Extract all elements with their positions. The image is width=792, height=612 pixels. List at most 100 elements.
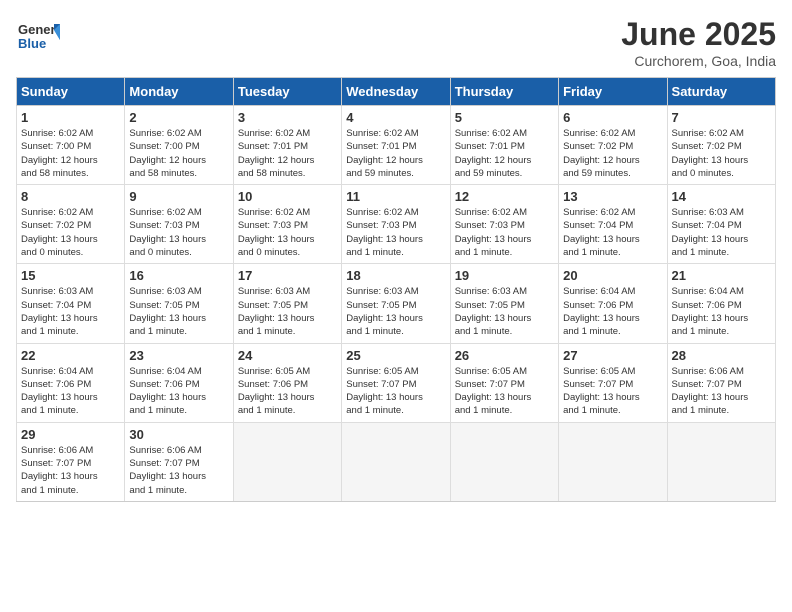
- title-area: June 2025 Curchorem, Goa, India: [621, 16, 776, 69]
- calendar-day-cell: 18 Sunrise: 6:03 AMSunset: 7:05 PMDayligh…: [342, 264, 450, 343]
- calendar-day-cell: 21 Sunrise: 6:04 AMSunset: 7:06 PMDayligh…: [667, 264, 775, 343]
- day-info: Sunrise: 6:05 AMSunset: 7:07 PMDaylight:…: [346, 365, 445, 418]
- day-of-week-header: Tuesday: [233, 78, 341, 106]
- calendar-day-cell: 27 Sunrise: 6:05 AMSunset: 7:07 PMDayligh…: [559, 343, 667, 422]
- calendar-day-cell: 9Sunrise: 6:02 AMSunset: 7:03 PMDaylight…: [125, 185, 233, 264]
- day-number: 4: [346, 110, 445, 125]
- day-info: Sunrise: 6:06 AMSunset: 7:07 PMDaylight:…: [129, 444, 228, 497]
- day-info: Sunrise: 6:02 AMSunset: 7:03 PMDaylight:…: [346, 206, 445, 259]
- day-number: 6: [563, 110, 662, 125]
- day-info: Sunrise: 6:02 AMSunset: 7:02 PMDaylight:…: [672, 127, 771, 180]
- logo-icon: General Blue: [16, 16, 60, 65]
- day-number: 15: [21, 268, 120, 283]
- day-info: Sunrise: 6:03 AMSunset: 7:04 PMDaylight:…: [21, 285, 120, 338]
- calendar-day-cell: 6 Sunrise: 6:02 AMSunset: 7:02 PMDaylight…: [559, 106, 667, 185]
- calendar-day-cell: 4 Sunrise: 6:02 AMSunset: 7:01 PMDaylight…: [342, 106, 450, 185]
- calendar-day-cell: 10Sunrise: 6:02 AMSunset: 7:03 PMDayligh…: [233, 185, 341, 264]
- day-number: 5: [455, 110, 554, 125]
- calendar-day-cell: [233, 422, 341, 501]
- day-of-week-header: Sunday: [17, 78, 125, 106]
- calendar-week-row: 1Sunrise: 6:02 AMSunset: 7:00 PMDaylight…: [17, 106, 776, 185]
- calendar-week-row: 29 Sunrise: 6:06 AMSunset: 7:07 PMDayligh…: [17, 422, 776, 501]
- day-number: 9: [129, 189, 228, 204]
- day-number: 27: [563, 348, 662, 363]
- calendar-day-cell: 8 Sunrise: 6:02 AMSunset: 7:02 PMDaylight…: [17, 185, 125, 264]
- calendar-day-cell: 7 Sunrise: 6:02 AMSunset: 7:02 PMDaylight…: [667, 106, 775, 185]
- day-number: 3: [238, 110, 337, 125]
- day-number: 8: [21, 189, 120, 204]
- logo: General Blue: [16, 16, 60, 65]
- day-info: Sunrise: 6:02 AMSunset: 7:00 PMDaylight:…: [21, 127, 120, 180]
- calendar-week-row: 22 Sunrise: 6:04 AMSunset: 7:06 PMDayligh…: [17, 343, 776, 422]
- calendar-day-cell: 30 Sunrise: 6:06 AMSunset: 7:07 PMDayligh…: [125, 422, 233, 501]
- month-title: June 2025: [621, 16, 776, 53]
- day-number: 18: [346, 268, 445, 283]
- calendar-day-cell: 23 Sunrise: 6:04 AMSunset: 7:06 PMDayligh…: [125, 343, 233, 422]
- day-info: Sunrise: 6:02 AMSunset: 7:03 PMDaylight:…: [238, 206, 337, 259]
- calendar-day-cell: 25 Sunrise: 6:05 AMSunset: 7:07 PMDayligh…: [342, 343, 450, 422]
- day-info: Sunrise: 6:05 AMSunset: 7:07 PMDaylight:…: [563, 365, 662, 418]
- calendar-day-cell: 1Sunrise: 6:02 AMSunset: 7:00 PMDaylight…: [17, 106, 125, 185]
- day-of-week-header: Monday: [125, 78, 233, 106]
- calendar-day-cell: 24 Sunrise: 6:05 AMSunset: 7:06 PMDayligh…: [233, 343, 341, 422]
- day-info: Sunrise: 6:03 AMSunset: 7:04 PMDaylight:…: [672, 206, 771, 259]
- calendar-day-cell: 14 Sunrise: 6:03 AMSunset: 7:04 PMDayligh…: [667, 185, 775, 264]
- day-number: 24: [238, 348, 337, 363]
- day-number: 28: [672, 348, 771, 363]
- calendar-day-cell: 3 Sunrise: 6:02 AMSunset: 7:01 PMDaylight…: [233, 106, 341, 185]
- calendar-day-cell: 11 Sunrise: 6:02 AMSunset: 7:03 PMDayligh…: [342, 185, 450, 264]
- day-number: 22: [21, 348, 120, 363]
- calendar-day-cell: [667, 422, 775, 501]
- calendar-table: SundayMondayTuesdayWednesdayThursdayFrid…: [16, 77, 776, 502]
- day-number: 21: [672, 268, 771, 283]
- svg-text:Blue: Blue: [18, 36, 46, 51]
- calendar-day-cell: 15 Sunrise: 6:03 AMSunset: 7:04 PMDayligh…: [17, 264, 125, 343]
- day-info: Sunrise: 6:02 AMSunset: 7:01 PMDaylight:…: [238, 127, 337, 180]
- day-of-week-header: Friday: [559, 78, 667, 106]
- calendar-week-row: 15 Sunrise: 6:03 AMSunset: 7:04 PMDayligh…: [17, 264, 776, 343]
- day-number: 20: [563, 268, 662, 283]
- calendar-day-cell: 28 Sunrise: 6:06 AMSunset: 7:07 PMDayligh…: [667, 343, 775, 422]
- day-of-week-header: Thursday: [450, 78, 558, 106]
- day-info: Sunrise: 6:04 AMSunset: 7:06 PMDaylight:…: [563, 285, 662, 338]
- day-info: Sunrise: 6:03 AMSunset: 7:05 PMDaylight:…: [455, 285, 554, 338]
- day-number: 2: [129, 110, 228, 125]
- day-of-week-header: Saturday: [667, 78, 775, 106]
- calendar-day-cell: 26 Sunrise: 6:05 AMSunset: 7:07 PMDayligh…: [450, 343, 558, 422]
- day-number: 14: [672, 189, 771, 204]
- calendar-day-cell: 13Sunrise: 6:02 AMSunset: 7:04 PMDayligh…: [559, 185, 667, 264]
- day-number: 17: [238, 268, 337, 283]
- day-number: 11: [346, 189, 445, 204]
- day-number: 7: [672, 110, 771, 125]
- day-info: Sunrise: 6:05 AMSunset: 7:06 PMDaylight:…: [238, 365, 337, 418]
- day-info: Sunrise: 6:02 AMSunset: 7:02 PMDaylight:…: [563, 127, 662, 180]
- calendar-day-cell: [559, 422, 667, 501]
- calendar-week-row: 8 Sunrise: 6:02 AMSunset: 7:02 PMDaylight…: [17, 185, 776, 264]
- calendar-day-cell: 5 Sunrise: 6:02 AMSunset: 7:01 PMDaylight…: [450, 106, 558, 185]
- day-number: 19: [455, 268, 554, 283]
- calendar-day-cell: [450, 422, 558, 501]
- calendar-day-cell: [342, 422, 450, 501]
- day-number: 23: [129, 348, 228, 363]
- day-of-week-header: Wednesday: [342, 78, 450, 106]
- day-number: 30: [129, 427, 228, 442]
- day-number: 26: [455, 348, 554, 363]
- day-number: 25: [346, 348, 445, 363]
- calendar-day-cell: 16Sunrise: 6:03 AMSunset: 7:05 PMDayligh…: [125, 264, 233, 343]
- day-info: Sunrise: 6:02 AMSunset: 7:03 PMDaylight:…: [455, 206, 554, 259]
- calendar-day-cell: 22Sunrise: 6:04 AMSunset: 7:06 PMDayligh…: [17, 343, 125, 422]
- calendar-header-row: SundayMondayTuesdayWednesdayThursdayFrid…: [17, 78, 776, 106]
- day-info: Sunrise: 6:02 AMSunset: 7:00 PMDaylight:…: [129, 127, 228, 180]
- day-info: Sunrise: 6:05 AMSunset: 7:07 PMDaylight:…: [455, 365, 554, 418]
- day-info: Sunrise: 6:04 AMSunset: 7:06 PMDaylight:…: [129, 365, 228, 418]
- day-number: 29: [21, 427, 120, 442]
- day-info: Sunrise: 6:03 AMSunset: 7:05 PMDaylight:…: [346, 285, 445, 338]
- day-info: Sunrise: 6:02 AMSunset: 7:01 PMDaylight:…: [346, 127, 445, 180]
- day-number: 13: [563, 189, 662, 204]
- calendar-day-cell: 20 Sunrise: 6:04 AMSunset: 7:06 PMDayligh…: [559, 264, 667, 343]
- day-info: Sunrise: 6:02 AMSunset: 7:01 PMDaylight:…: [455, 127, 554, 180]
- day-info: Sunrise: 6:04 AMSunset: 7:06 PMDaylight:…: [672, 285, 771, 338]
- day-info: Sunrise: 6:06 AMSunset: 7:07 PMDaylight:…: [672, 365, 771, 418]
- day-info: Sunrise: 6:02 AMSunset: 7:02 PMDaylight:…: [21, 206, 120, 259]
- day-number: 12: [455, 189, 554, 204]
